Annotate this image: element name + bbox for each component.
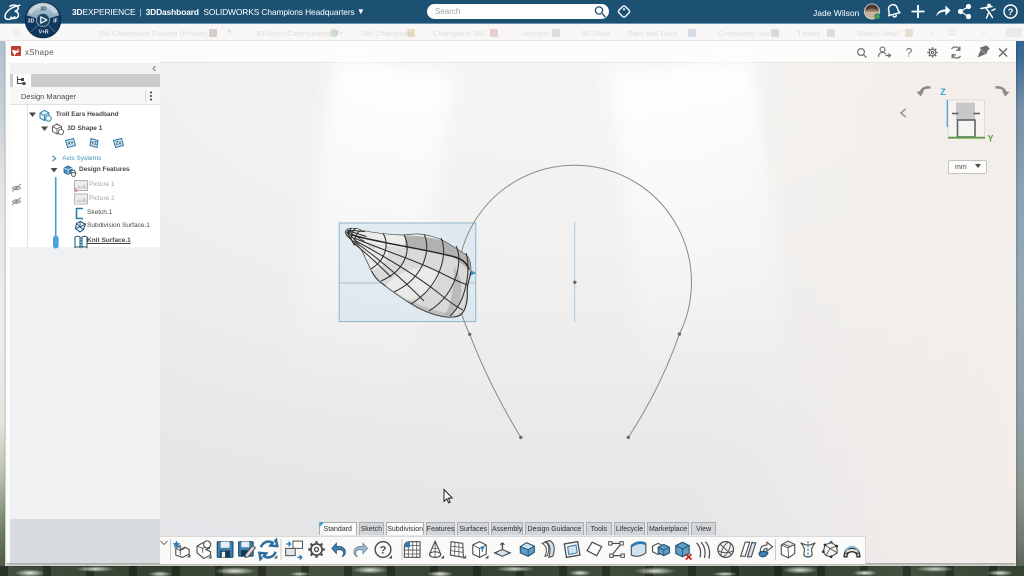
svg-text:V+R: V+R xyxy=(39,30,49,36)
svg-text:?: ? xyxy=(1008,7,1014,18)
svg-text:Y: Y xyxy=(987,134,993,144)
svg-text:?: ? xyxy=(380,544,387,556)
svg-text:ZX: ZX xyxy=(116,141,122,146)
svg-text:XY: XY xyxy=(67,141,73,146)
svg-text:3D: 3D xyxy=(28,19,35,25)
svg-text:Z: Z xyxy=(940,87,946,97)
svg-text:?: ? xyxy=(906,46,913,60)
svg-text:IF: IF xyxy=(53,19,57,25)
svg-text:YZ: YZ xyxy=(91,141,97,146)
svg-text:3D: 3D xyxy=(40,7,47,13)
